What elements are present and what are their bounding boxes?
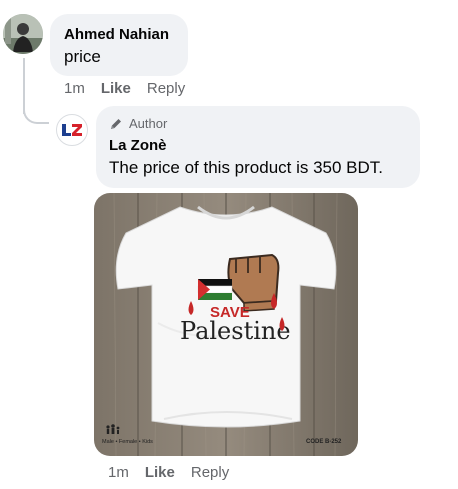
pencil-icon [111,118,121,129]
avatar[interactable] [3,14,43,54]
comment-text: price [64,47,101,66]
size-tag: Male • Female • Kids [102,439,153,445]
comment-time[interactable]: 1m [64,80,85,97]
comment-time[interactable]: 1m [108,464,129,481]
la-zone-logo-icon [62,124,82,136]
comment-actions: 1m Like Reply [108,464,229,481]
palestine-text: Palestine [180,317,291,345]
comment-author[interactable]: Ahmed Nahian [64,26,169,43]
like-button[interactable]: Like [101,80,131,97]
palestine-flag-icon [197,279,233,300]
comment-author[interactable]: La Zonè [109,137,167,154]
avatar[interactable] [56,114,88,146]
thread-connector [23,98,49,124]
product-code: CODE B-252 [306,439,342,445]
comment-bubble: Author La Zonè The price of this product… [96,106,420,188]
comment-bubble: Ahmed Nahian price [50,14,188,76]
comment-actions: 1m Like Reply [64,80,185,97]
reply-button[interactable]: Reply [191,464,229,481]
comment-attachment-image[interactable]: SAVE Palestine Male • Female • Kids CODE… [94,193,358,456]
profile-photo-icon [3,14,43,54]
reply-button[interactable]: Reply [147,80,185,97]
comment-text: The price of this product is 350 BDT. [109,158,384,177]
author-badge-label: Author [129,116,168,131]
author-badge: Author [109,116,167,131]
tshirt-photo: SAVE Palestine Male • Female • Kids CODE… [94,193,358,456]
like-button[interactable]: Like [145,464,175,481]
